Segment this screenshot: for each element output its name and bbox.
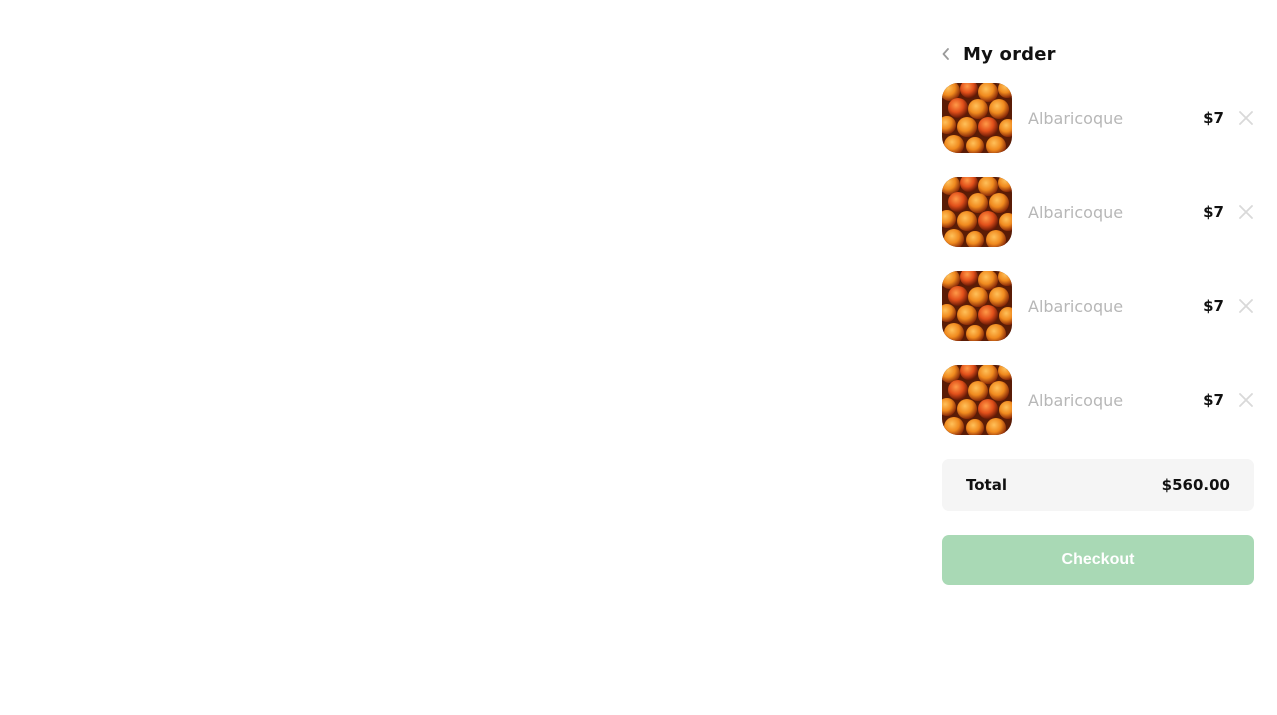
item-name: Albaricoque [1028,390,1124,410]
apricots-image [942,83,1012,153]
total-value: $560.00 [1161,476,1230,494]
close-icon [1239,393,1253,407]
apricots-image [942,177,1012,247]
close-icon [1239,111,1253,125]
order-total: Total $560.00 [942,459,1254,511]
apricots-image [942,365,1012,435]
list-item: Albaricoque $7 [942,365,1254,435]
close-icon [1239,205,1253,219]
close-icon [1239,299,1253,313]
remove-item-button[interactable] [1238,298,1254,314]
item-name: Albaricoque [1028,296,1124,316]
remove-item-button[interactable] [1238,392,1254,408]
order-items-list: Albaricoque $7 Albaricoque $7 Albaricoqu… [942,83,1254,435]
item-price: $7 [1203,203,1224,221]
item-price: $7 [1203,297,1224,315]
remove-item-button[interactable] [1238,204,1254,220]
checkout-button[interactable]: Checkout [942,535,1254,585]
total-label: Total [966,476,1007,494]
page-title: My order [963,43,1056,65]
remove-item-button[interactable] [1238,110,1254,126]
list-item: Albaricoque $7 [942,271,1254,341]
chevron-left-icon [942,48,949,60]
item-price: $7 [1203,391,1224,409]
apricots-image [942,271,1012,341]
list-item: Albaricoque $7 [942,83,1254,153]
item-name: Albaricoque [1028,108,1124,128]
item-price: $7 [1203,109,1224,127]
back-button[interactable] [942,40,954,68]
item-name: Albaricoque [1028,202,1124,222]
order-panel: My order Albaricoque $7 Albaricoque $7 A… [942,40,1254,585]
order-header: My order [942,40,1254,68]
list-item: Albaricoque $7 [942,177,1254,247]
